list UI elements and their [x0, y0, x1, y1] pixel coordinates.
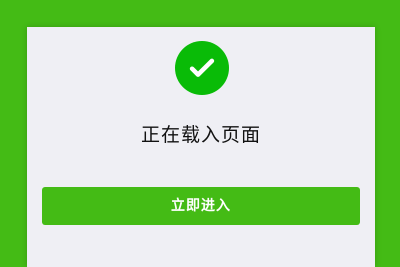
check-circle-icon [175, 41, 229, 95]
enter-now-button[interactable]: 立即进入 [42, 187, 360, 225]
loading-card: 正在载入页面 立即进入 [27, 27, 375, 267]
loading-status-text: 正在载入页面 [140, 124, 261, 146]
